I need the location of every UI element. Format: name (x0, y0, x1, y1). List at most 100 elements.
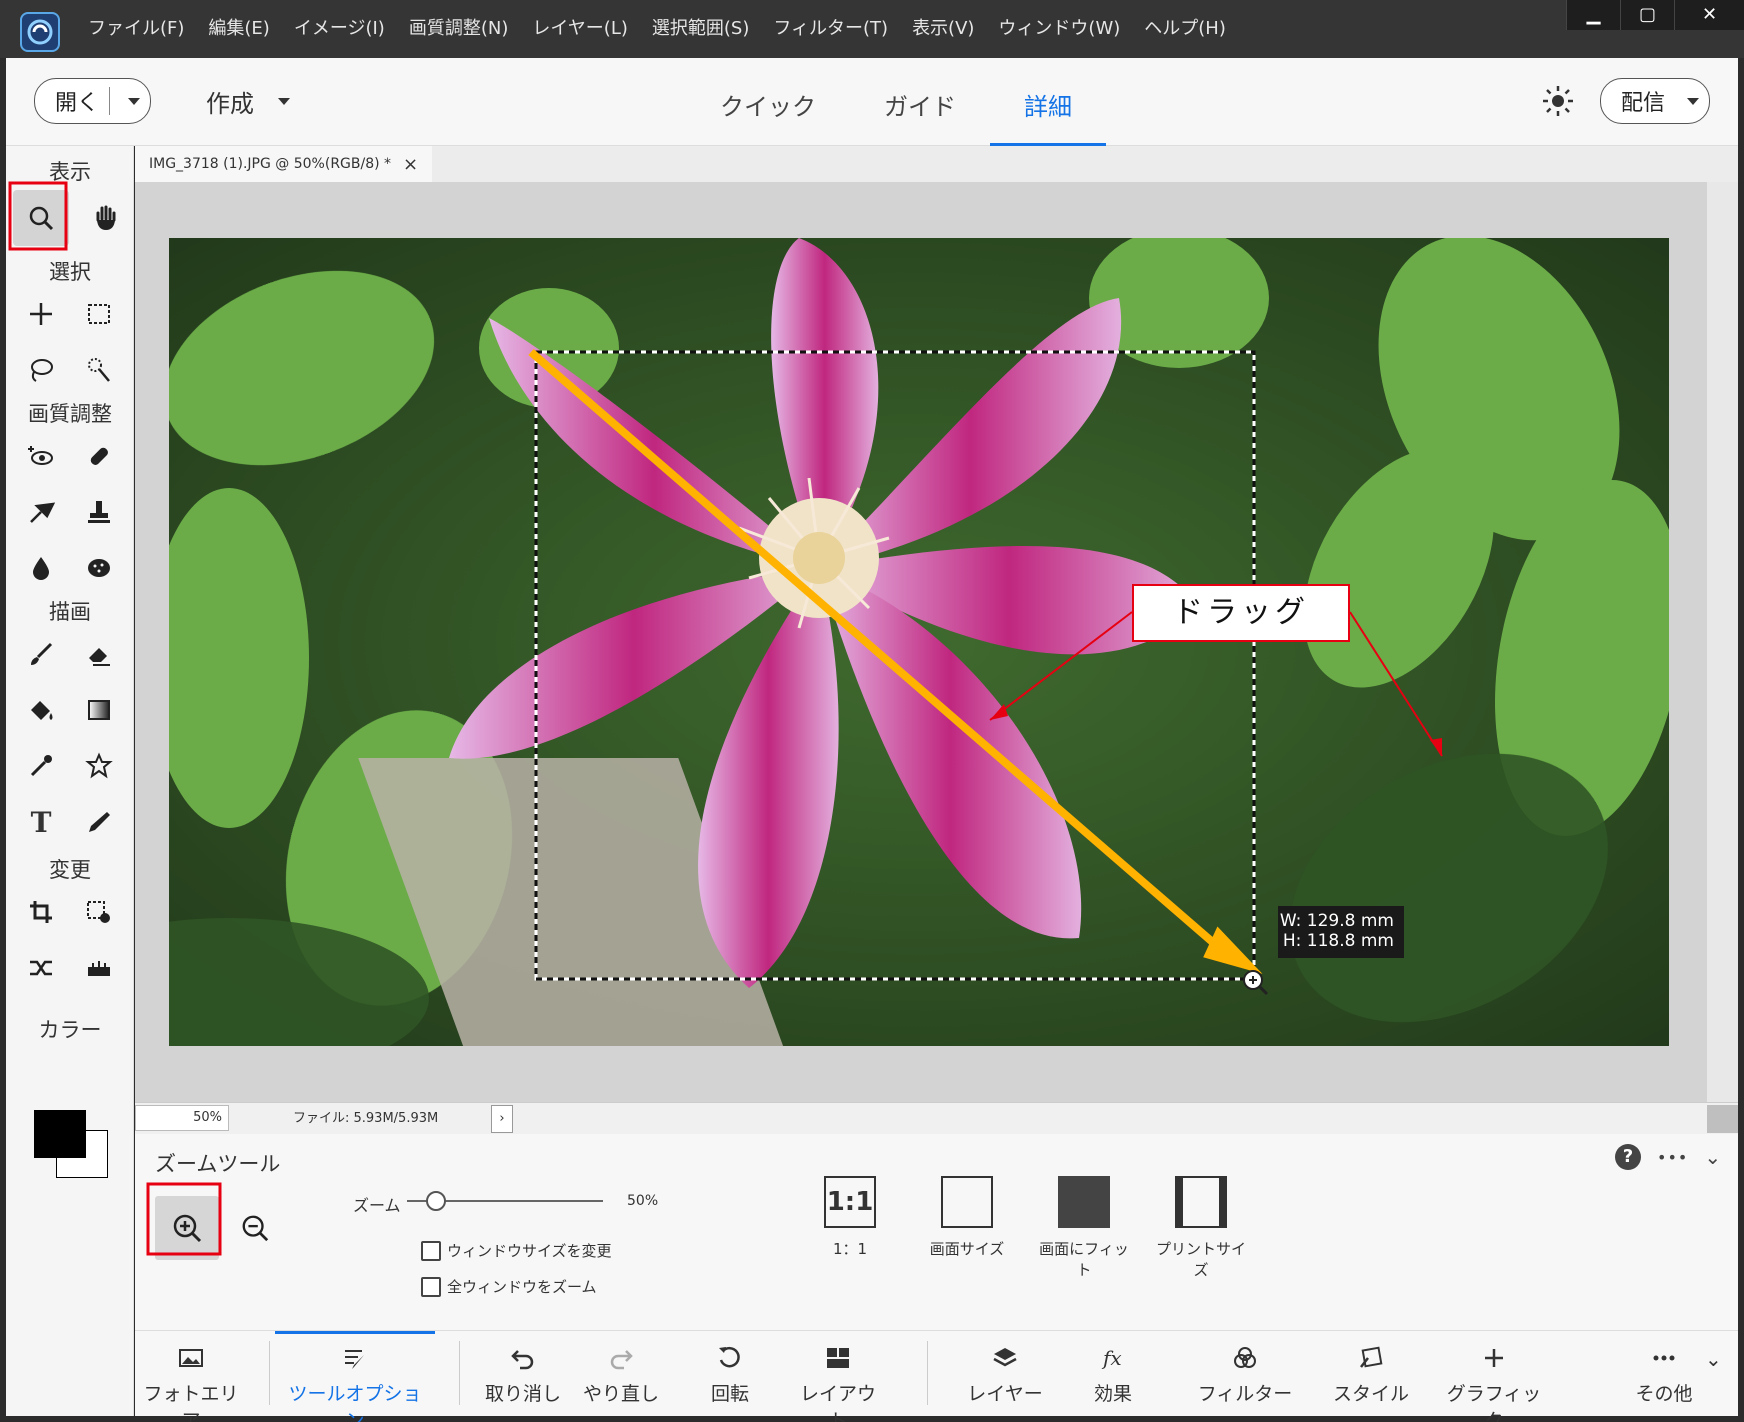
filter-icon (1234, 1347, 1256, 1368)
healing-brush-tool-icon[interactable] (78, 435, 120, 477)
sponge-tool-icon[interactable] (78, 547, 120, 589)
zoom-percentage-field[interactable]: 50% (135, 1105, 229, 1131)
title-bar: ファイル(F) 編集(E) イメージ(I) 画質調整(N) レイヤー(L) 選択… (0, 0, 1744, 58)
menu-help[interactable]: ヘルプ(H) (1132, 12, 1238, 46)
taskbar-label: 取り消し (484, 1383, 561, 1405)
hand-tool-icon[interactable] (85, 197, 127, 239)
styles-button[interactable]: スタイル (1331, 1345, 1411, 1415)
share-button[interactable]: 配信 (1600, 78, 1711, 124)
tool-row (6, 540, 134, 596)
menu-filter[interactable]: フィルター(T) (761, 12, 900, 46)
zoom-out-button[interactable] (227, 1200, 283, 1256)
tab-guided[interactable]: ガイド (850, 68, 990, 146)
help-icon[interactable]: ? (1615, 1144, 1641, 1170)
create-button-label: 作成 (206, 89, 254, 118)
status-menu-arrow-icon[interactable]: › (491, 1105, 513, 1133)
filters-button[interactable]: フィルター (1195, 1345, 1295, 1415)
menu-layer[interactable]: レイヤー(L) (520, 12, 640, 46)
photo-bin-button[interactable]: フォトエリア (141, 1345, 241, 1422)
tool-options-panel: ズームツール ズーム 50% ウィンドウサイズを変更 全ウィンドウをズーム 1:… (135, 1134, 1738, 1330)
brush-tool-icon[interactable] (20, 633, 62, 675)
fit-screen-button[interactable]: 画面にフィット (1034, 1176, 1134, 1280)
tab-expert[interactable]: 詳細 (990, 68, 1106, 146)
undo-button[interactable]: 取り消し (481, 1345, 565, 1415)
button-label: 画面にフィット (1039, 1240, 1129, 1279)
marquee-tool-icon[interactable] (78, 293, 120, 335)
gradient-tool-icon[interactable] (78, 689, 120, 731)
app-logo-icon[interactable] (20, 12, 60, 52)
foreground-color-swatch[interactable] (34, 1110, 86, 1158)
drag-callout-label: ドラッグ (1132, 584, 1350, 642)
divider (269, 1341, 270, 1405)
close-window-button[interactable]: ✕ (1674, 0, 1744, 30)
red-eye-tool-icon[interactable] (20, 435, 62, 477)
photo-image[interactable] (169, 238, 1669, 1046)
move-tool-icon[interactable] (20, 293, 62, 335)
type-tool-icon[interactable]: T (20, 801, 62, 843)
document-tab[interactable]: IMG_3718 (1).JPG @ 50%(RGB/8) * × (135, 146, 433, 182)
menu-enhance[interactable]: 画質調整(N) (397, 12, 521, 46)
minimize-button[interactable]: ▁ (1566, 0, 1620, 30)
menu-select[interactable]: 選択範囲(S) (640, 12, 761, 46)
pencil-tool-icon[interactable] (78, 801, 120, 843)
content-aware-move-tool-icon[interactable] (20, 947, 62, 989)
menu-view[interactable]: 表示(V) (900, 12, 986, 46)
graphics-button[interactable]: グラフィック (1439, 1345, 1549, 1422)
tool-row (6, 738, 134, 794)
chevron-down-icon[interactable] (128, 97, 141, 105)
tooltip-width: W: 129.8 mm (1279, 911, 1394, 931)
tab-quick[interactable]: クイック (686, 68, 850, 146)
zoom-slider-handle[interactable] (426, 1191, 447, 1211)
close-tab-icon[interactable]: × (403, 154, 418, 175)
taskbar-chevron-icon[interactable]: ⌄ (1705, 1347, 1722, 1371)
one-to-one-icon: 1:1 (824, 1176, 876, 1228)
lasso-tool-icon[interactable] (20, 349, 62, 391)
zoom-in-button[interactable] (155, 1196, 219, 1260)
file-size-info: ファイル: 5.93M/5.93M (293, 1111, 439, 1126)
toolbox-section-modify: 変更 (49, 858, 91, 882)
scrollbar-corner (1707, 1105, 1738, 1133)
tool-options-button[interactable]: ツールオプション (275, 1331, 435, 1422)
rotate-button[interactable]: 回転 (695, 1345, 765, 1415)
recompose-tool-icon[interactable] (78, 891, 120, 933)
paint-bucket-tool-icon[interactable] (20, 689, 62, 731)
brightness-sun-icon[interactable] (1541, 84, 1575, 118)
vertical-scrollbar[interactable] (1707, 182, 1738, 1102)
actual-pixels-button[interactable]: 1:1 1：1 (800, 1176, 900, 1259)
more-options-icon[interactable]: ••• (1657, 1148, 1688, 1167)
menu-file[interactable]: ファイル(F) (80, 12, 196, 46)
taskbar-label: グラフィック (1446, 1383, 1542, 1422)
more-button[interactable]: その他 (1629, 1345, 1699, 1415)
checkbox-box[interactable] (421, 1276, 441, 1297)
smart-brush-tool-icon[interactable] (20, 491, 62, 533)
collapse-chevron-icon[interactable]: ⌄ (1704, 1145, 1721, 1169)
clone-stamp-tool-icon[interactable] (78, 491, 120, 533)
open-button[interactable]: 開く (34, 78, 152, 124)
custom-shape-tool-icon[interactable] (78, 745, 120, 787)
menu-image[interactable]: イメージ(I) (282, 12, 397, 46)
screen-size-button[interactable]: 画面サイズ (917, 1176, 1017, 1259)
zoom-all-windows-checkbox[interactable]: 全ウィンドウをズーム (421, 1276, 597, 1297)
redo-button[interactable]: やり直し (579, 1345, 663, 1415)
layers-button[interactable]: レイヤー (955, 1345, 1055, 1415)
resize-windows-checkbox[interactable]: ウィンドウサイズを変更 (421, 1240, 612, 1261)
maximize-button[interactable]: ▢ (1620, 0, 1674, 30)
create-button[interactable]: 作成 (206, 78, 290, 124)
zoom-in-icon (173, 1214, 202, 1243)
print-size-button[interactable]: プリントサイズ (1151, 1176, 1251, 1280)
tool-row (6, 186, 134, 250)
panel-controls: ? ••• ⌄ (1615, 1144, 1721, 1170)
layout-button[interactable]: レイアウト (793, 1345, 883, 1422)
menu-bar: ファイル(F) 編集(E) イメージ(I) 画質調整(N) レイヤー(L) 選択… (80, 12, 1238, 46)
checkbox-box[interactable] (421, 1240, 441, 1261)
zoom-tool-magnifier-icon[interactable] (13, 190, 69, 246)
straighten-tool-icon[interactable] (78, 947, 120, 989)
menu-edit[interactable]: 編集(E) (196, 12, 281, 46)
menu-window[interactable]: ウィンドウ(W) (986, 12, 1132, 46)
quick-selection-tool-icon[interactable] (78, 349, 120, 391)
effects-button[interactable]: fx 効果 (1083, 1345, 1143, 1415)
blur-tool-icon[interactable] (20, 547, 62, 589)
crop-tool-icon[interactable] (20, 891, 62, 933)
eraser-tool-icon[interactable] (78, 633, 120, 675)
eyedropper-tool-icon[interactable] (20, 745, 62, 787)
